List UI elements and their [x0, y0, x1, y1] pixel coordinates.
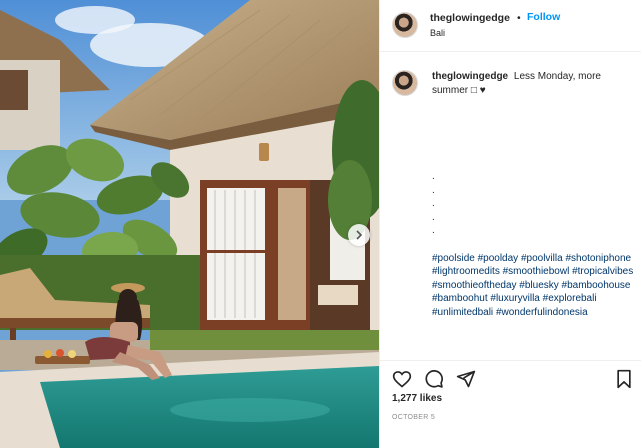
bookmark-icon: [617, 369, 631, 389]
caption-text: theglowingedge Less Monday, more summer …: [432, 70, 632, 98]
share-icon: [456, 370, 476, 388]
hashtag-link[interactable]: #poolside: [432, 253, 478, 264]
villa-pool-image: [0, 0, 379, 448]
hashtag-link[interactable]: #poolday: [478, 253, 521, 264]
hashtag-link[interactable]: #poolvilla: [521, 253, 565, 264]
hashtag-link[interactable]: #tropicalvibes: [572, 266, 633, 277]
like-count[interactable]: 1,277 likes: [392, 393, 442, 404]
hashtag-link[interactable]: #unlimitedbali: [432, 307, 496, 318]
caption-dot: .: [432, 184, 435, 196]
chevron-right-icon: [356, 230, 363, 240]
next-photo-button[interactable]: [348, 224, 370, 246]
caption-dot: .: [432, 211, 435, 223]
hashtag-list: #poolside #poolday #poolvilla #shotoniph…: [432, 252, 637, 319]
location-link[interactable]: Bali: [430, 28, 445, 38]
caption-dot: .: [432, 171, 435, 182]
hashtag-link[interactable]: #luxuryvilla: [490, 293, 542, 304]
hashtag-link[interactable]: #bluesky: [519, 280, 561, 291]
header-username[interactable]: theglowingedge: [430, 12, 510, 24]
hashtag-link[interactable]: #explorebali: [543, 293, 597, 304]
hashtag-link[interactable]: #smoothiebowl: [503, 266, 572, 277]
avatar[interactable]: [392, 12, 418, 38]
caption-dot: .: [432, 225, 435, 236]
hashtag-link[interactable]: #bamboohouse: [562, 280, 631, 291]
post-date[interactable]: October 5: [392, 414, 435, 421]
post-header: theglowingedge • Follow Bali: [380, 0, 641, 52]
hashtag-link[interactable]: #lightroomedits: [432, 266, 503, 277]
caption-username[interactable]: theglowingedge: [432, 71, 508, 82]
share-button[interactable]: [454, 367, 478, 391]
follow-button[interactable]: Follow: [527, 11, 560, 23]
save-button[interactable]: [612, 367, 636, 391]
heart-icon: [392, 371, 412, 388]
comment-icon: [425, 370, 443, 388]
post-actions: 1,277 likes October 5: [380, 360, 641, 448]
hashtag-link[interactable]: #shotoniphone: [565, 253, 631, 264]
caption-dot: .: [432, 198, 435, 209]
post-photo[interactable]: [0, 0, 379, 448]
hashtag-link[interactable]: #smoothieoftheday: [432, 280, 519, 291]
caption-dots: . . . . .: [432, 170, 435, 238]
caption-section: theglowingedge Less Monday, more summer …: [380, 52, 641, 360]
comment-button[interactable]: [422, 367, 446, 391]
post-details-panel: theglowingedge • Follow Bali theglowinge…: [379, 0, 641, 448]
hashtag-link[interactable]: #bamboohut: [432, 293, 490, 304]
hashtag-link[interactable]: #wonderfulindonesia: [496, 307, 588, 318]
like-button[interactable]: [390, 367, 414, 391]
separator-dot: •: [517, 12, 521, 24]
caption-avatar[interactable]: [392, 70, 418, 96]
